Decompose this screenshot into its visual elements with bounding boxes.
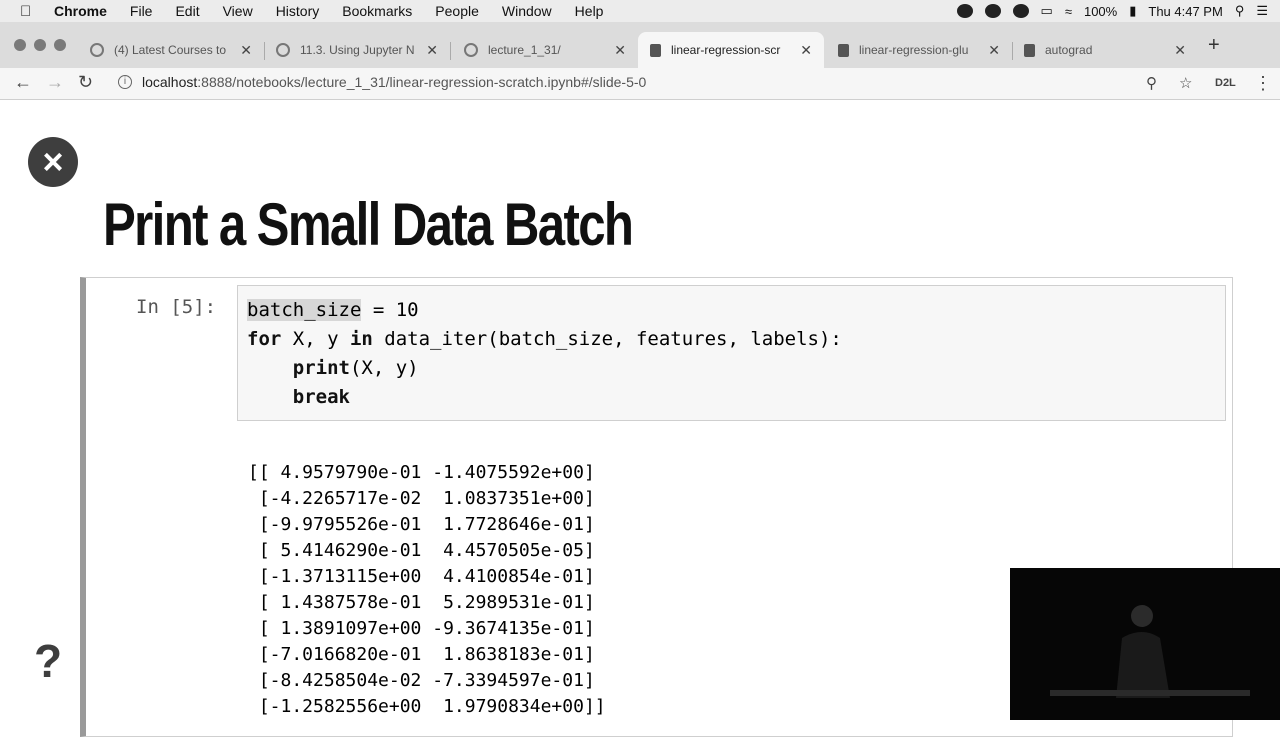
cell-output: [[ 4.9579790e-01 -1.4075592e+00] [-4.226… bbox=[248, 460, 606, 720]
output-line: [-1.3713115e+00 4.4100854e-01] bbox=[248, 566, 595, 587]
browser-tab-strip: (4) Latest Courses to ✕ 11.3. Using Jupy… bbox=[0, 22, 1280, 68]
address-bar[interactable]: i localhost :8888/notebooks/lecture_1_31… bbox=[118, 74, 646, 90]
tab-label: linear-regression-glu bbox=[859, 43, 969, 57]
tab-label: (4) Latest Courses to bbox=[114, 43, 227, 57]
output-line: [ 1.3891097e+00 -9.3674135e-01] bbox=[248, 618, 595, 639]
menu-edit[interactable]: Edit bbox=[175, 3, 199, 19]
tab-label: linear-regression-scr bbox=[671, 43, 781, 57]
tab-close-icon[interactable]: ✕ bbox=[426, 42, 438, 59]
back-arrow-icon[interactable]: ← bbox=[14, 72, 32, 93]
udemy-favicon-icon bbox=[90, 43, 104, 57]
url-path: :8888/notebooks/lecture_1_31/linear-regr… bbox=[197, 74, 647, 90]
document-favicon-icon bbox=[650, 43, 661, 57]
tab-close-icon[interactable]: ✕ bbox=[800, 42, 812, 59]
tab-label: lecture_1_31/ bbox=[488, 43, 561, 57]
d2l-extension-icon[interactable]: D2L bbox=[1215, 77, 1236, 89]
output-line: [ 5.4146290e-01 4.4570505e-05] bbox=[248, 540, 595, 561]
tab-close-icon[interactable]: ✕ bbox=[240, 42, 252, 59]
tab-lecture-folder[interactable]: lecture_1_31/ ✕ bbox=[452, 32, 638, 68]
spotlight-search-icon[interactable]: ⚲ bbox=[1235, 3, 1245, 19]
macos-menubar:  Chrome File Edit View History Bookmark… bbox=[0, 0, 1280, 22]
output-line: [-7.0166820e-01 1.8638183e-01] bbox=[248, 644, 595, 665]
help-question-icon[interactable]: ? bbox=[34, 634, 62, 688]
code-keyword: in bbox=[349, 328, 373, 350]
airplay-icon[interactable]: ▭ bbox=[1041, 3, 1053, 19]
document-favicon-icon bbox=[1024, 43, 1035, 57]
output-line: [-8.4258504e-02 -7.3394597e-01] bbox=[248, 670, 595, 691]
url-host: localhost bbox=[142, 74, 198, 90]
code-keyword: for bbox=[247, 328, 282, 350]
code-keyword: break bbox=[292, 386, 350, 408]
output-line: [[ 4.9579790e-01 -1.4075592e+00] bbox=[248, 462, 595, 483]
code-token: batch_size bbox=[247, 299, 362, 321]
close-slideshow-icon[interactable]: × bbox=[28, 137, 78, 187]
cell-prompt: In [5]: bbox=[136, 296, 217, 318]
window-minimize-button[interactable] bbox=[34, 39, 46, 51]
bookmark-star-icon[interactable]: ☆ bbox=[1179, 74, 1192, 92]
window-close-button[interactable] bbox=[14, 39, 26, 51]
code-token: data_iter(batch_size, features, labels): bbox=[372, 328, 842, 350]
tab-autograd[interactable]: autograd ✕ bbox=[1012, 32, 1198, 68]
menu-people[interactable]: People bbox=[435, 3, 479, 19]
clock[interactable]: Thu 4:47 PM bbox=[1148, 4, 1222, 19]
code-token: X, y bbox=[281, 328, 350, 350]
loading-spinner-icon bbox=[464, 43, 478, 57]
menu-view[interactable]: View bbox=[223, 3, 253, 19]
google-favicon-icon bbox=[276, 43, 290, 57]
menu-chrome[interactable]: Chrome bbox=[54, 3, 107, 19]
window-zoom-button[interactable] bbox=[54, 39, 66, 51]
apple-icon[interactable]:  bbox=[20, 3, 38, 20]
wifi-icon[interactable]: ≈ bbox=[1065, 4, 1072, 19]
slide-title: Print a Small Data Batch bbox=[103, 191, 634, 258]
tab-latest-courses[interactable]: (4) Latest Courses to ✕ bbox=[78, 32, 264, 68]
menu-history[interactable]: History bbox=[276, 3, 320, 19]
code-token: (X, y) bbox=[349, 357, 419, 379]
notification-center-icon[interactable]: ☰ bbox=[1256, 3, 1268, 19]
tab-linear-regression-gluon[interactable]: linear-regression-glu ✕ bbox=[826, 32, 1012, 68]
battery-icon[interactable]: ▮ bbox=[1129, 3, 1136, 19]
browser-toolbar: ← → ↻ i localhost :8888/notebooks/lectur… bbox=[0, 68, 1280, 100]
cloud-upload-icon[interactable] bbox=[984, 4, 1001, 18]
tab-close-icon[interactable]: ✕ bbox=[988, 42, 1000, 59]
tab-using-jupyter[interactable]: 11.3. Using Jupyter N ✕ bbox=[264, 32, 450, 68]
webcam-overlay bbox=[1010, 568, 1280, 720]
output-line: [-9.9795526e-01 1.7728646e-01] bbox=[248, 514, 595, 535]
info-icon[interactable]: i bbox=[118, 75, 132, 89]
code-keyword: print bbox=[292, 357, 350, 379]
tab-linear-regression-scratch[interactable]: linear-regression-scr ✕ bbox=[638, 32, 824, 68]
tab-label: 11.3. Using Jupyter N bbox=[300, 43, 415, 57]
forward-arrow-icon[interactable]: → bbox=[46, 72, 64, 93]
reload-icon[interactable]: ↻ bbox=[78, 72, 93, 93]
document-favicon-icon bbox=[838, 43, 849, 57]
menu-window[interactable]: Window bbox=[502, 3, 552, 19]
presenter-silhouette bbox=[1010, 568, 1280, 720]
code-block[interactable]: batch_size = 10 for X, y in data_iter(ba… bbox=[247, 296, 842, 412]
code-token: = 10 bbox=[361, 299, 419, 321]
zoom-magnifier-icon[interactable]: ⚲ bbox=[1146, 74, 1157, 92]
chrome-menu-icon[interactable]: ⋮ bbox=[1254, 73, 1272, 94]
menu-bookmarks[interactable]: Bookmarks bbox=[342, 3, 412, 19]
creative-cloud-icon[interactable] bbox=[956, 4, 973, 18]
battery-percent: 100% bbox=[1083, 3, 1118, 19]
output-line: [-4.2265717e-02 1.0837351e+00] bbox=[248, 488, 595, 509]
menu-help[interactable]: Help bbox=[575, 3, 604, 19]
tab-label: autograd bbox=[1045, 43, 1093, 57]
new-tab-plus-icon[interactable]: + bbox=[1208, 34, 1220, 57]
globe-icon[interactable] bbox=[1012, 4, 1029, 18]
tab-separator bbox=[450, 42, 451, 60]
output-line: [-1.2582556e+00 1.9790834e+00]] bbox=[248, 696, 606, 717]
menu-file[interactable]: File bbox=[130, 3, 153, 19]
output-line: [ 1.4387578e-01 5.2989531e-01] bbox=[248, 592, 595, 613]
tab-close-icon[interactable]: ✕ bbox=[1174, 42, 1186, 59]
tab-close-icon[interactable]: ✕ bbox=[614, 42, 626, 59]
